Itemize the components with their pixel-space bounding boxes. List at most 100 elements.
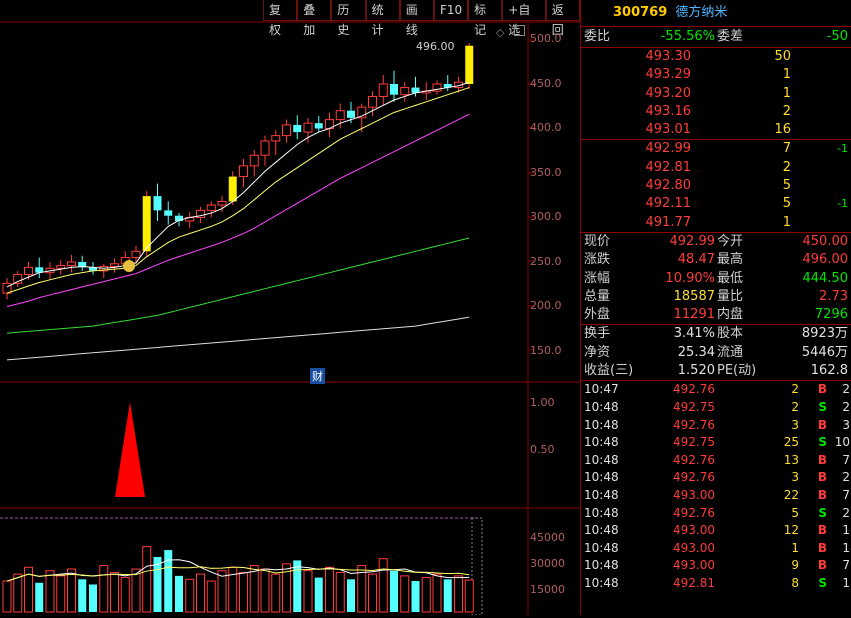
tick-time: 10:48 [584,558,619,573]
fundamental-row: 换手 3.41% 股本 8923万 [581,325,851,343]
volume-bar [464,579,474,613]
buys-volume: 5 [782,178,791,194]
tick-row[interactable]: 10:48 492.75 25 S 10 [581,434,851,452]
stat-label: 最高 [717,252,744,268]
volume-bar [2,580,12,613]
candle-body [56,265,66,269]
tick-count: 1 [842,540,850,555]
volume-bar [454,575,463,613]
stat-row: 涨跌 48.47 最高 496.00 [581,251,851,269]
quote-panel: 300769 德方纳米 委比 -55.56% 委差 -50 493.30 50 49… [580,0,851,615]
tick-volume: 22 [783,487,799,502]
volume-bar [120,577,130,613]
tick-row[interactable]: 10:48 492.76 5 S 2 [581,505,851,523]
fundamental-value: 162.8 [810,363,848,379]
fundamental-label: 收益(三) [584,363,634,379]
buys-volume: 2 [782,159,791,175]
volume-bar [206,580,216,613]
stat-label: 现价 [584,233,611,249]
tick-price: 493.00 [673,523,715,538]
tick-row[interactable]: 10:48 492.76 3 B 3 [581,417,851,435]
fundamental-label: 流通 [717,344,744,360]
volume-bar [400,575,410,613]
toolbar-f10-button[interactable]: F10 [433,0,469,21]
tick-row[interactable]: 10:48 493.00 9 B 7 [581,557,851,575]
diamond-icon[interactable]: ◇ [496,26,504,39]
sells-row: 493.01 16 [581,121,851,139]
tick-row[interactable]: 10:48 493.00 12 B 1 [581,522,851,540]
buys-volume: 7 [782,141,791,157]
candle-body [110,263,119,267]
tick-count: 7 [842,558,850,573]
tick-row[interactable]: 10:48 493.00 22 B 7 [581,487,851,505]
weibi-value: -55.56% [660,29,715,44]
kline-chart-area[interactable]: 复权 叠加 历史 统计 画线 F10 标记 +自选 返回 500.0 450.0… [0,0,580,616]
candle-body [347,110,355,118]
tick-list[interactable]: 10:47 492.76 2 B 2 10:48 492.75 2 S 2 10:48 492.76 3… [581,380,851,592]
window-toggle-icon[interactable] [514,25,525,36]
stat-label: 最低 [717,270,744,286]
sell-orders: 493.30 50 493.29 1 493.20 1 493.16 2 493.01 16 [581,47,851,139]
toolbar-fuquan-button[interactable]: 复权 [263,0,298,37]
sells-volume: 1 [782,67,791,83]
tick-time: 10:48 [584,417,619,432]
toolbar-back-button[interactable]: 返回 [545,0,580,37]
stat-value: 48.47 [677,252,715,268]
sells-row: 493.29 1 [581,66,851,84]
stat-value: 11291 [673,307,715,323]
volume-bar [78,579,87,612]
toolbar-history-button[interactable]: 历史 [331,0,366,37]
toolbar-add-watchlist-button[interactable]: +自选 [502,0,546,37]
stock-code: 300769 [613,5,668,20]
volume-bar [217,570,227,613]
finance-marker[interactable]: 财 [310,368,325,384]
fundamental-label: 换手 [584,326,611,342]
stat-row: 外盘 11291 内盘 7296 [581,306,851,324]
stock-name: 德方纳米 [675,5,728,20]
fundamental-value: 8923万 [801,326,848,342]
toolbar-stats-button[interactable]: 统计 [365,0,400,37]
stat-row: 涨幅 10.90% 最低 444.50 [581,270,851,288]
volume-bar [303,570,313,613]
toolbar-mark-button[interactable]: 标记 [468,0,503,37]
sells-price: 493.16 [645,103,692,119]
stat-value: 2.73 [819,288,848,304]
tick-row[interactable]: 10:48 492.75 2 S 2 [581,399,851,417]
tick-row[interactable]: 10:48 492.76 13 B 7 [581,452,851,470]
tick-row[interactable]: 10:48 493.00 1 B 1 [581,540,851,558]
volume-bar [249,565,259,613]
volume-bar [335,571,345,613]
tick-price: 493.00 [673,487,715,502]
volume-bar [185,578,195,613]
tick-volume: 8 [791,575,799,590]
tick-volume: 5 [791,505,799,520]
fundamental-value: 3.41% [673,326,715,342]
tick-side: S [818,575,827,590]
sells-row: 493.30 50 [581,48,851,66]
tick-time: 10:48 [584,470,619,485]
tick-price: 492.76 [673,382,715,397]
tick-row[interactable]: 10:48 492.76 3 B 2 [581,469,851,487]
fundamental-label: 净资 [584,344,611,360]
tick-row[interactable]: 10:47 492.76 2 B 2 [581,381,851,399]
sells-volume: 50 [774,49,791,64]
volume-bar [390,570,398,612]
tick-time: 10:48 [584,505,619,520]
volume-bar [421,577,431,613]
tick-count: 7 [842,452,850,467]
buys-row: 492.80 5 [581,177,851,195]
ma-line-ma5 [6,81,470,288]
toolbar-draw-button[interactable]: 画线 [399,0,434,37]
tick-count: 1 [842,575,850,590]
fundamental-label: 股本 [717,326,744,342]
candle-body [390,84,398,95]
tick-row[interactable]: 10:48 492.81 8 S 1 [581,575,851,593]
tick-volume: 2 [791,399,799,414]
kline-svg[interactable] [0,0,580,616]
toolbar-overlay-button[interactable]: 叠加 [297,0,332,37]
indicator-tick-05: 0.50 [530,443,555,456]
ma-line-ma120 [6,316,470,361]
tick-count: 7 [842,487,850,502]
candle-body [368,95,377,108]
candle-body [206,204,216,211]
